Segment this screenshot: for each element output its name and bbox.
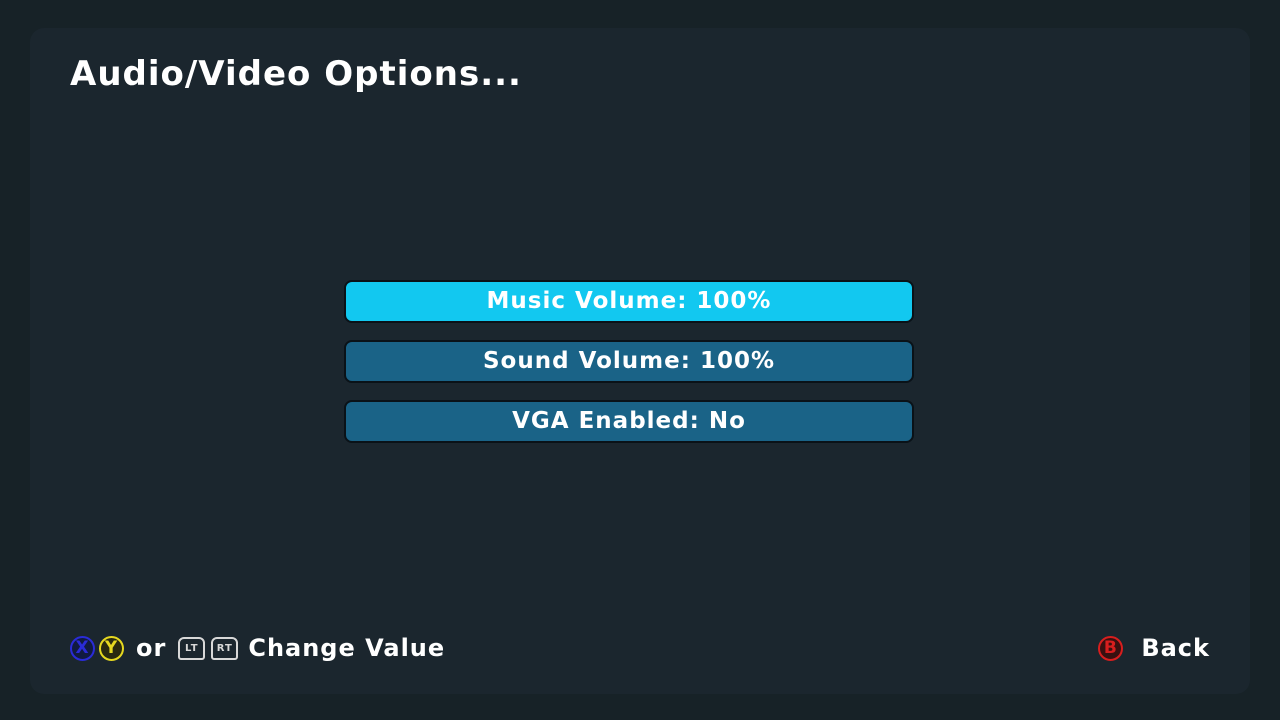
lt-trigger-icon: LT (178, 636, 206, 660)
menu-item-vga-enabled[interactable]: VGA Enabled: No (344, 400, 914, 443)
change-value-label: Change Value (248, 634, 446, 662)
page-title: Audio/Video Options... (70, 54, 522, 94)
options-menu: Music Volume: 100% Sound Volume: 100% VG… (344, 280, 914, 460)
b-button-icon: B (1098, 635, 1124, 661)
menu-item-sound-volume[interactable]: Sound Volume: 100% (344, 340, 914, 383)
x-button-icon: X (70, 635, 95, 661)
back-label: Back (1141, 634, 1210, 662)
change-value-hint: X Y or LT RT Change Value (70, 632, 445, 664)
menu-item-music-volume[interactable]: Music Volume: 100% (344, 280, 914, 323)
back-hint[interactable]: B Back (1098, 632, 1210, 664)
y-button-icon: Y (99, 635, 124, 661)
or-label: or (136, 634, 167, 662)
screen: Audio/Video Options... Music Volume: 100… (0, 0, 1280, 720)
rt-trigger-icon: RT (211, 636, 239, 660)
